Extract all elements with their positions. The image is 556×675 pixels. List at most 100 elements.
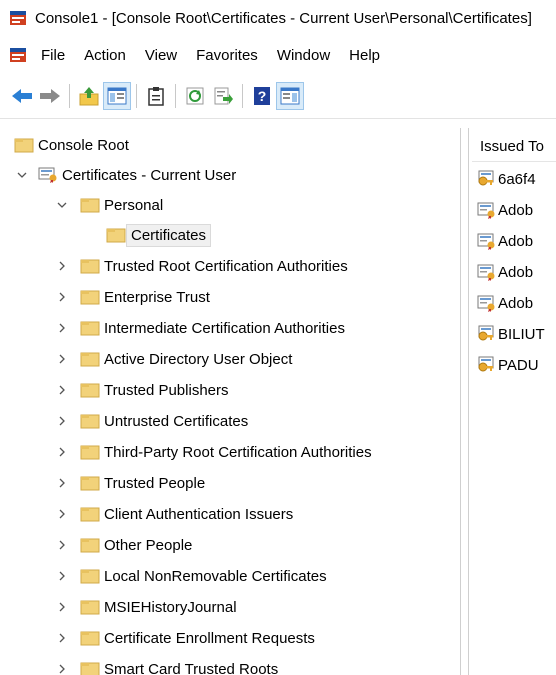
folder-icon	[80, 538, 100, 553]
chevron-right-icon[interactable]	[56, 291, 68, 303]
chevron-right-icon[interactable]	[56, 322, 68, 334]
tree-item-store[interactable]: Third-Party Root Certification Authoriti…	[56, 438, 376, 466]
tree-item-certificates-current-user[interactable]: Certificates - Current User	[16, 161, 240, 189]
menu-file[interactable]: File	[41, 47, 65, 64]
chevron-right-icon[interactable]	[56, 508, 68, 520]
folder-icon	[80, 631, 100, 646]
help-icon: ?	[254, 87, 270, 105]
folder-icon	[80, 662, 100, 675]
list-item[interactable]: Adob	[472, 196, 533, 224]
chevron-right-icon[interactable]	[56, 384, 68, 396]
list-item[interactable]: Adob	[472, 258, 533, 286]
tree-label-selected: Certificates	[126, 223, 212, 247]
svg-text:?: ?	[258, 88, 267, 104]
show-hide-console-tree-icon	[107, 87, 127, 105]
toolbar-separator	[136, 84, 137, 108]
list-item[interactable]: Adob	[472, 227, 533, 255]
folder-icon	[80, 445, 100, 460]
list-item[interactable]: BILIUT	[472, 320, 545, 348]
up-one-level-button[interactable]	[75, 82, 103, 110]
folder-icon	[80, 569, 100, 584]
tree-label: Intermediate Certification Authorities	[104, 319, 345, 337]
chevron-down-icon[interactable]	[16, 169, 28, 181]
mmc-app-icon	[10, 11, 26, 25]
chevron-right-icon[interactable]	[56, 353, 68, 365]
tree-label: Certificate Enrollment Requests	[104, 629, 315, 647]
tree-item-personal[interactable]: Personal	[56, 191, 167, 219]
export-list-button[interactable]	[209, 82, 237, 110]
tree-item-store[interactable]: Trusted Publishers	[56, 376, 233, 404]
tree-item-store[interactable]: Other People	[56, 531, 196, 559]
show-hide-console-tree-button[interactable]	[103, 82, 131, 110]
chevron-down-icon[interactable]	[56, 199, 68, 211]
tree-item-store[interactable]: Certificate Enrollment Requests	[56, 624, 319, 652]
tree-item-console-root[interactable]: Console Root	[14, 131, 133, 159]
tree-label: Enterprise Trust	[104, 288, 210, 306]
tree-item-store[interactable]: Trusted People	[56, 469, 209, 497]
menu-favorites[interactable]: Favorites	[196, 47, 258, 64]
toolbar-separator	[242, 84, 243, 108]
tree-label: Client Authentication Issuers	[104, 505, 294, 523]
tree-item-store[interactable]: Enterprise Trust	[56, 283, 214, 311]
list-item[interactable]: PADU	[472, 351, 539, 379]
tree-item-store[interactable]: Smart Card Trusted Roots	[56, 655, 282, 675]
cert-key-icon	[478, 170, 494, 186]
tree-item-store[interactable]: Intermediate Certification Authorities	[56, 314, 349, 342]
clipboard-button[interactable]	[142, 82, 170, 110]
toolbar-separator	[69, 84, 70, 108]
window-title: Console1 - [Console Root\Certificates - …	[35, 9, 532, 27]
refresh-button[interactable]	[181, 82, 209, 110]
tree-label: Personal	[104, 196, 164, 214]
chevron-right-icon[interactable]	[56, 539, 68, 551]
pane-splitter[interactable]	[460, 128, 469, 675]
tree-item-store[interactable]: Client Authentication Issuers	[56, 500, 297, 528]
folder-icon	[80, 352, 100, 367]
chevron-right-icon[interactable]	[56, 260, 68, 272]
list-item[interactable]: 6a6f4	[472, 165, 536, 193]
tree-label: Active Directory User Object	[104, 350, 293, 368]
chevron-right-icon[interactable]	[56, 663, 68, 675]
up-folder-icon	[79, 87, 99, 106]
tree-label: Untrusted Certificates	[104, 412, 249, 430]
list-item-label: Adob	[498, 263, 534, 281]
folder-icon	[80, 383, 100, 398]
list-item[interactable]: Adob	[472, 289, 533, 317]
forward-button[interactable]	[36, 82, 64, 110]
tree-item-store[interactable]: Active Directory User Object	[56, 345, 296, 373]
chevron-right-icon[interactable]	[56, 415, 68, 427]
menu-bar: File Action View Favorites Window Help	[0, 36, 556, 74]
chevron-right-icon[interactable]	[56, 601, 68, 613]
chevron-right-icon[interactable]	[56, 446, 68, 458]
back-button[interactable]	[8, 82, 36, 110]
tree-item-personal-certificates[interactable]: Certificates	[106, 221, 212, 249]
show-hide-action-pane-button[interactable]	[276, 82, 304, 110]
menu-action[interactable]: Action	[84, 47, 126, 64]
cert-key-icon	[478, 325, 494, 341]
folder-icon	[80, 600, 100, 615]
menu-view[interactable]: View	[145, 47, 177, 64]
chevron-right-icon[interactable]	[56, 632, 68, 644]
tree-item-store[interactable]: MSIEHistoryJournal	[56, 593, 241, 621]
folder-icon	[14, 138, 34, 153]
menu-window[interactable]: Window	[277, 47, 330, 64]
tree-item-store[interactable]: Trusted Root Certification Authorities	[56, 252, 352, 280]
tree-label: Trusted Publishers	[104, 381, 229, 399]
help-button[interactable]: ?	[248, 82, 276, 110]
certificate-list: Issued To 6a6f4 Adob Adob Adob Adob BILI…	[472, 128, 556, 675]
chevron-right-icon[interactable]	[56, 477, 68, 489]
back-arrow-icon	[12, 89, 32, 103]
tree-label: Console Root	[38, 136, 129, 154]
tree-label: Smart Card Trusted Roots	[104, 660, 279, 675]
refresh-icon	[186, 87, 204, 105]
chevron-right-icon[interactable]	[56, 570, 68, 582]
tree-item-store[interactable]: Untrusted Certificates	[56, 407, 252, 435]
tree-item-store[interactable]: Local NonRemovable Certificates	[56, 562, 331, 590]
certificates-snapin-icon	[38, 167, 57, 183]
column-header-label: Issued To	[480, 137, 544, 155]
tree-label: Trusted People	[104, 474, 206, 492]
folder-icon	[80, 476, 100, 491]
menu-help[interactable]: Help	[349, 47, 380, 64]
column-header-issued-to[interactable]: Issued To	[472, 131, 556, 162]
console-document-icon[interactable]	[9, 46, 27, 64]
list-item-label: BILIUT	[498, 325, 545, 343]
